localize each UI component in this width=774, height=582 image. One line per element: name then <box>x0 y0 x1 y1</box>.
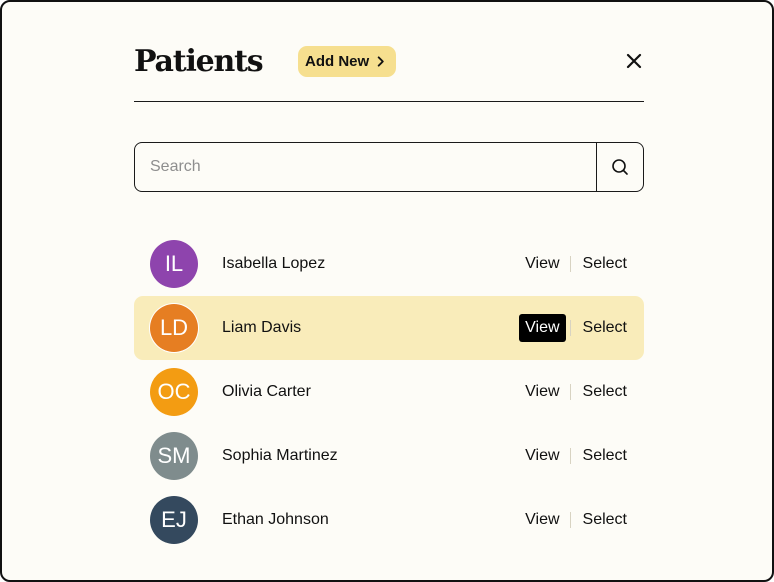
row-actions: View Select <box>519 442 627 470</box>
action-divider <box>569 448 571 464</box>
search-icon <box>612 159 628 175</box>
patient-name: Sophia Martinez <box>222 447 338 464</box>
search-bar <box>134 142 644 192</box>
add-new-label: Add New <box>305 53 370 70</box>
view-button[interactable]: View <box>519 314 566 342</box>
view-button[interactable]: View <box>519 378 565 406</box>
add-new-button[interactable]: Add New <box>298 46 397 77</box>
modal-header: Patients Add New <box>134 42 644 102</box>
view-button[interactable]: View <box>519 442 565 470</box>
avatar: OC <box>150 368 198 416</box>
action-divider <box>569 320 571 336</box>
avatar: EJ <box>150 496 198 544</box>
select-button[interactable]: Select <box>583 383 627 401</box>
search-input[interactable] <box>135 143 596 191</box>
avatar: IL <box>150 240 198 288</box>
view-button[interactable]: View <box>519 506 565 534</box>
row-actions: View Select <box>519 378 627 406</box>
patient-row: SM Sophia Martinez View Select <box>134 424 644 488</box>
action-divider <box>569 384 571 400</box>
patient-list: IL Isabella Lopez View Select LD Liam Da… <box>134 232 644 552</box>
close-icon[interactable] <box>626 53 642 69</box>
patient-row: EJ Ethan Johnson View Select <box>134 488 644 552</box>
select-button[interactable]: Select <box>583 511 627 529</box>
row-actions: View Select <box>519 250 627 278</box>
row-actions: View Select <box>519 314 627 342</box>
patients-modal: Patients Add New IL Isabella Lopez View <box>0 0 774 582</box>
view-button[interactable]: View <box>519 250 565 278</box>
patient-name: Isabella Lopez <box>222 255 326 272</box>
select-button[interactable]: Select <box>583 447 627 465</box>
action-divider <box>569 256 571 272</box>
search-button[interactable] <box>596 143 643 191</box>
patient-name: Liam Davis <box>222 319 302 336</box>
patient-name: Ethan Johnson <box>222 511 329 528</box>
patient-name: Olivia Carter <box>222 383 311 400</box>
chevron-right-icon <box>377 56 384 67</box>
select-button[interactable]: Select <box>583 319 627 337</box>
patient-row: IL Isabella Lopez View Select <box>134 232 644 296</box>
action-divider <box>569 512 571 528</box>
row-actions: View Select <box>519 506 627 534</box>
patient-row-highlighted: LD Liam Davis View Select <box>134 296 644 360</box>
select-button[interactable]: Select <box>583 255 627 273</box>
patient-row: OC Olivia Carter View Select <box>134 360 644 424</box>
avatar: SM <box>150 432 198 480</box>
page-title: Patients <box>134 44 264 79</box>
avatar: LD <box>150 304 198 352</box>
